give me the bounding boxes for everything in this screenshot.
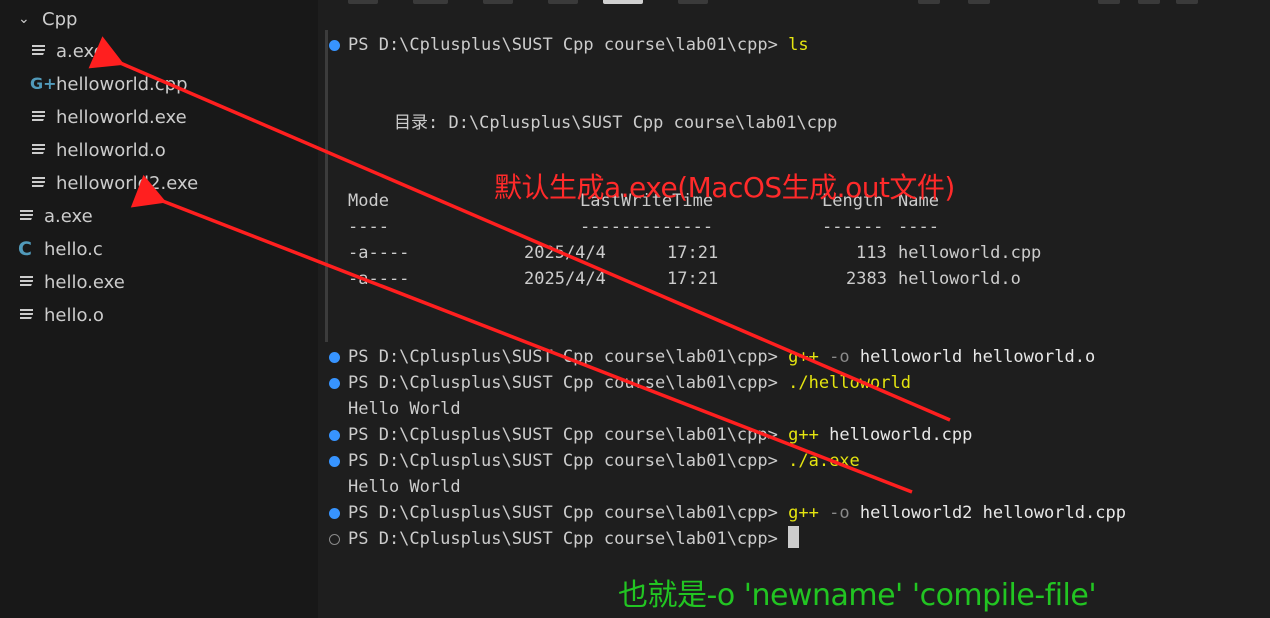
file-item-hello-o[interactable]: hello.o	[18, 299, 104, 331]
command-success-dot[interactable]	[329, 40, 340, 51]
file-item-hello-exe[interactable]: hello.exe	[18, 266, 125, 298]
table-row-length: 113	[856, 243, 887, 263]
command-flag: -o	[829, 503, 850, 523]
rule-length: ------	[822, 217, 884, 237]
table-row-time: 17:21	[667, 269, 719, 289]
command-group-marker	[325, 30, 328, 342]
prompt: PS D:\Cplusplus\SUST Cpp course\lab01\cp…	[348, 347, 778, 367]
command-success-dot[interactable]	[329, 508, 340, 519]
table-row-name: helloworld.cpp	[898, 243, 1042, 263]
directory-label: 目录: D:\Cplusplus\SUST Cpp course\lab01\c…	[394, 113, 838, 133]
folder-label: Cpp	[42, 8, 78, 30]
command-args: helloworld2 helloworld.cpp	[859, 503, 1126, 523]
prompt: PS D:\Cplusplus\SUST Cpp course\lab01\cp…	[348, 425, 778, 445]
rule-time: -------------	[580, 217, 714, 237]
file-item-hello-c[interactable]: C hello.c	[18, 233, 103, 265]
table-row-date: 2025/4/4	[524, 243, 606, 263]
cpp-file-icon: G+	[30, 74, 57, 93]
command-text: g++	[788, 503, 819, 523]
terminal-input-line[interactable]: PS D:\Cplusplus\SUST Cpp course\lab01\cp…	[348, 526, 800, 552]
command-args: helloworld.cpp	[829, 425, 973, 445]
file-label: a.exe	[56, 40, 105, 62]
command-text: ls	[788, 35, 809, 55]
command-flag: -o	[829, 347, 850, 367]
text-cursor	[788, 526, 800, 548]
command-text: g++	[788, 425, 819, 445]
file-label: a.exe	[44, 205, 93, 227]
terminal-line: PS D:\Cplusplus\SUST Cpp course\lab01\cp…	[348, 32, 809, 58]
table-row-date: 2025/4/4	[524, 269, 606, 289]
rule-mode: ----	[348, 217, 389, 237]
file-label: helloworld.o	[56, 139, 166, 161]
file-lines-icon	[30, 42, 48, 60]
command-text: g++	[788, 347, 819, 367]
file-lines-icon	[30, 174, 48, 192]
file-label: helloworld2.exe	[56, 172, 199, 194]
terminal-line: PS D:\Cplusplus\SUST Cpp course\lab01\cp…	[348, 344, 1095, 370]
folder-cpp[interactable]: ⌄ Cpp	[18, 3, 77, 35]
command-args: helloworld helloworld.o	[859, 347, 1096, 367]
panel-tab-strip	[318, 0, 1270, 8]
table-row-name: helloworld.o	[898, 269, 1021, 289]
terminal-line: PS D:\Cplusplus\SUST Cpp course\lab01\cp…	[348, 422, 972, 448]
file-label: hello.o	[44, 304, 104, 326]
file-label: hello.exe	[44, 271, 125, 293]
table-row-mode: -a----	[348, 269, 410, 289]
file-label: hello.c	[44, 238, 103, 260]
command-text: ./helloworld	[788, 373, 911, 393]
file-item-helloworld-cpp[interactable]: G+ helloworld.cpp	[30, 68, 188, 100]
command-pending-dot[interactable]	[329, 534, 340, 545]
table-row-length: 2383	[846, 269, 887, 289]
file-lines-icon	[18, 306, 36, 324]
file-item-helloworld-o[interactable]: helloworld.o	[30, 134, 166, 166]
command-success-dot[interactable]	[329, 430, 340, 441]
command-success-dot[interactable]	[329, 378, 340, 389]
annotation-red-note: 默认生成a.exe(MacOS生成.out文件)	[494, 171, 955, 204]
prompt: PS D:\Cplusplus\SUST Cpp course\lab01\cp…	[348, 451, 778, 471]
terminal-line: PS D:\Cplusplus\SUST Cpp course\lab01\cp…	[348, 370, 911, 396]
prompt: PS D:\Cplusplus\SUST Cpp course\lab01\cp…	[348, 529, 778, 549]
file-lines-icon	[18, 273, 36, 291]
program-output: Hello World	[348, 399, 461, 419]
command-success-dot[interactable]	[329, 352, 340, 363]
terminal-panel[interactable]: PS D:\Cplusplus\SUST Cpp course\lab01\cp…	[318, 0, 1270, 618]
terminal-line: PS D:\Cplusplus\SUST Cpp course\lab01\cp…	[348, 448, 860, 474]
program-output: Hello World	[348, 477, 461, 497]
file-lines-icon	[30, 108, 48, 126]
file-item-a-exe[interactable]: a.exe	[30, 35, 105, 67]
c-file-icon: C	[18, 238, 32, 260]
rule-name: ----	[898, 217, 939, 237]
file-label: helloworld.cpp	[56, 73, 188, 95]
chevron-down-icon: ⌄	[18, 11, 30, 27]
prompt: PS D:\Cplusplus\SUST Cpp course\lab01\cp…	[348, 373, 778, 393]
annotation-green-note: 也就是-o 'newname' 'compile-file'	[618, 578, 1097, 613]
command-text: ./a.exe	[788, 451, 860, 471]
command-success-dot[interactable]	[329, 456, 340, 467]
file-item-helloworld-exe[interactable]: helloworld.exe	[30, 101, 187, 133]
file-label: helloworld.exe	[56, 106, 187, 128]
file-lines-icon	[30, 141, 48, 159]
file-item-a-exe-root[interactable]: a.exe	[18, 200, 93, 232]
file-lines-icon	[18, 207, 36, 225]
prompt: PS D:\Cplusplus\SUST Cpp course\lab01\cp…	[348, 35, 778, 55]
table-row-mode: -a----	[348, 243, 410, 263]
terminal-line: PS D:\Cplusplus\SUST Cpp course\lab01\cp…	[348, 500, 1126, 526]
table-header: Mode	[348, 188, 389, 214]
col-mode: Mode	[348, 191, 389, 211]
file-item-helloworld2-exe[interactable]: helloworld2.exe	[30, 167, 198, 199]
prompt: PS D:\Cplusplus\SUST Cpp course\lab01\cp…	[348, 503, 778, 523]
explorer-sidebar: ⌄ Cpp a.exe G+ helloworld.cpp helloworld…	[0, 0, 318, 618]
table-row-time: 17:21	[667, 243, 719, 263]
